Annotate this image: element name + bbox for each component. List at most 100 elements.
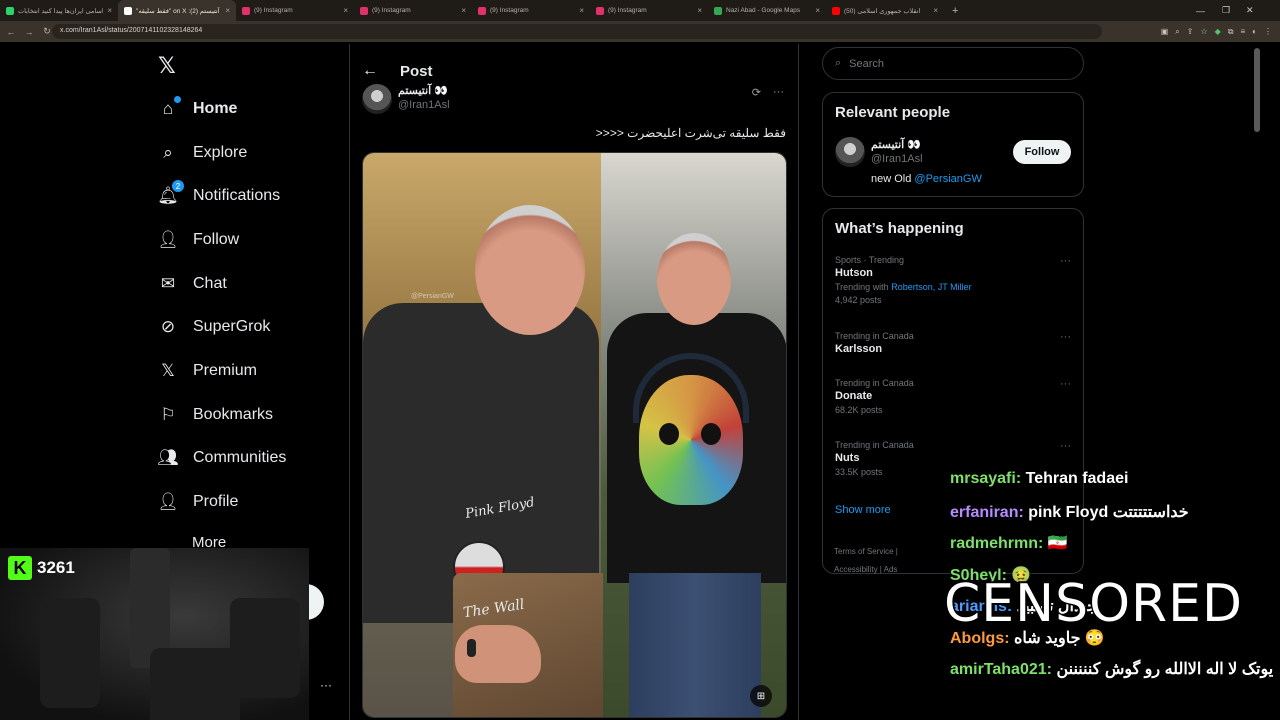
bio-text: new Old: [871, 173, 915, 185]
nav-label: Notifications: [193, 187, 281, 204]
tab-favicon-icon: [714, 6, 722, 15]
chair-3: [230, 598, 300, 698]
trend-item[interactable]: Trending in Canada Karlsson ···: [835, 331, 1073, 355]
browser-tab[interactable]: اسامی ایران‌ها پیدا کنید انتخابات ×: [0, 0, 118, 21]
close-window-button[interactable]: ✕: [1246, 0, 1254, 21]
browser-tab[interactable]: (9) Instagram ×: [590, 0, 708, 21]
post-author[interactable]: آنتیستم 👀 @Iran1Asl: [362, 84, 450, 114]
share-icon[interactable]: ⇪: [1187, 27, 1194, 36]
close-tab-icon[interactable]: ×: [579, 6, 584, 15]
follow-button[interactable]: Follow: [1013, 140, 1071, 164]
skull-print: [639, 375, 743, 505]
relevant-person-bio: new Old @PersianGW: [871, 173, 982, 185]
search-input[interactable]: ⌕ Search: [822, 47, 1084, 80]
show-more-link[interactable]: Show more: [835, 504, 891, 516]
relevant-person-name[interactable]: آنتیستم 👀: [871, 138, 921, 151]
nav-label: SuperGrok: [193, 318, 271, 335]
trend-meta: Trending in Canada: [835, 440, 914, 450]
avatar[interactable]: [362, 84, 392, 114]
bio-link[interactable]: @PersianGW: [914, 173, 981, 185]
chat-message: erfaniran: pink Floyd خداستتتتتت: [950, 502, 1189, 522]
nav-bookmarks[interactable]: ⚐ Bookmarks: [156, 400, 273, 430]
trend-item[interactable]: Trending in Canada Donate 68.2K posts ···: [835, 378, 1073, 415]
close-tab-icon[interactable]: ×: [815, 6, 820, 15]
trend-more-icon[interactable]: ···: [1060, 331, 1071, 343]
post-text: فقط سلیقه تی‌شرت اعلیحضرت <<<<: [595, 126, 786, 140]
more-options-icon[interactable]: ···: [773, 86, 784, 99]
close-tab-icon[interactable]: ×: [461, 6, 466, 15]
trend-item[interactable]: Sports · Trending Hutson Trending with Rob…: [835, 255, 1073, 305]
menu-lines-icon[interactable]: ≡: [1240, 27, 1245, 36]
chat-message: amirTaha021: یوتک لا اله الاالله رو گوش …: [950, 659, 1273, 679]
account-more-icon[interactable]: ···: [320, 678, 332, 692]
nav-supergrok[interactable]: ⊘ SuperGrok: [156, 312, 271, 342]
footer-terms[interactable]: Terms of Service |: [834, 547, 898, 556]
nav-notifications[interactable]: 🔔︎ 2 Notifications: [156, 180, 281, 211]
nav-profile[interactable]: 👤︎ Profile: [156, 487, 238, 517]
back-icon[interactable]: ←: [4, 27, 18, 37]
tab-title: (9) Instagram: [490, 7, 529, 14]
jeans: [629, 573, 761, 717]
browser-tab[interactable]: انقلاب جمهوری اسلامی (50) ×: [826, 0, 944, 21]
add-person-icon: 👤︎: [157, 230, 179, 249]
kebab-menu-icon[interactable]: ⋮: [1264, 27, 1272, 36]
trend-more-icon[interactable]: ···: [1060, 255, 1071, 267]
footer-accessibility[interactable]: Accessibility | Ads: [834, 565, 897, 574]
scrollbar[interactable]: [1254, 48, 1260, 132]
trend-more-icon[interactable]: ···: [1060, 378, 1071, 390]
extension-icon[interactable]: ◆: [1215, 27, 1221, 36]
nav-home[interactable]: ⌂ Home: [156, 94, 237, 124]
browser-tab[interactable]: "فقط سلیقه" on X :(2) آنتیستم 👀 ×: [118, 0, 236, 21]
zoom-icon[interactable]: ⌕: [1175, 27, 1179, 37]
x-logo-icon[interactable]: 𝕏: [158, 54, 176, 79]
new-tab-button[interactable]: +: [944, 5, 966, 17]
nav-premium[interactable]: 𝕏 Premium: [156, 356, 257, 386]
profile-icon[interactable]: ◐: [1252, 27, 1257, 36]
trend-more-icon[interactable]: ···: [1060, 440, 1071, 452]
chat-message: mrsayafi: Tehran fadaei: [950, 470, 1128, 488]
chat-text: یوتک لا اله الاالله رو گوش کنننننن: [1051, 661, 1274, 678]
search-placeholder: Search: [849, 57, 885, 70]
close-tab-icon[interactable]: ×: [107, 6, 112, 15]
puzzle-icon[interactable]: ⧉: [1228, 27, 1234, 37]
bookmark-icon: ⚐: [160, 405, 176, 424]
browser-tab[interactable]: Nazi Abad - Google Maps ×: [708, 0, 826, 21]
webcam-overlay: K 3261: [0, 548, 309, 720]
tab-favicon-icon: [596, 6, 604, 15]
avatar[interactable]: [835, 137, 865, 167]
forward-icon[interactable]: →: [22, 27, 36, 37]
browser-tab[interactable]: (9) Instagram ×: [472, 0, 590, 21]
browser-tab[interactable]: (9) Instagram ×: [236, 0, 354, 21]
trend-related-link[interactable]: Robertson, JT Miller: [891, 282, 971, 292]
relevant-person-handle[interactable]: @Iran1Asl: [871, 153, 923, 165]
close-tab-icon[interactable]: ×: [343, 6, 348, 15]
close-tab-icon[interactable]: ×: [225, 6, 230, 15]
author-handle[interactable]: @Iran1Asl: [398, 98, 450, 112]
grok-icon[interactable]: ⟳: [752, 86, 761, 99]
nav-communities[interactable]: 👥︎ Communities: [156, 443, 286, 473]
main-column: ← Post آنتیستم 👀 @Iran1Asl ⟳ ··· فقط سلی…: [349, 44, 799, 720]
trend-related: Trending with Robertson, JT Miller: [835, 282, 1073, 292]
trend-meta: Trending in Canada: [835, 331, 914, 341]
tab-favicon-icon: [124, 6, 132, 15]
search-icon: ⌕: [163, 143, 173, 162]
url-field[interactable]: x.com/Iran1Asl/status/200714110232814826…: [52, 24, 1102, 39]
browser-tab[interactable]: (9) Instagram ×: [354, 0, 472, 21]
star-icon[interactable]: ☆: [1200, 27, 1207, 36]
nav-follow[interactable]: 👤︎ Follow: [156, 225, 239, 255]
author-name[interactable]: آنتیستم 👀: [398, 84, 450, 98]
cast-icon[interactable]: ▣: [1161, 27, 1169, 36]
close-tab-icon[interactable]: ×: [933, 6, 938, 15]
page-title: Post: [400, 62, 433, 80]
nav-chat[interactable]: ✉ Chat: [156, 269, 227, 299]
relevant-people-card: Relevant people آنتیستم 👀 @Iran1Asl new …: [822, 92, 1084, 197]
minimize-button[interactable]: —: [1196, 0, 1205, 21]
trend-post-count: 68.2K posts: [835, 405, 883, 415]
post-image[interactable]: @PersianGW Pink Floyd The Wall ⊞: [362, 152, 787, 718]
close-tab-icon[interactable]: ×: [697, 6, 702, 15]
back-arrow-icon[interactable]: ←: [362, 62, 378, 80]
trend-post-count: 4,942 posts: [835, 295, 882, 305]
image-tag-icon[interactable]: ⊞: [750, 685, 772, 707]
maximize-button[interactable]: ❐: [1222, 0, 1230, 21]
nav-explore[interactable]: ⌕ Explore: [156, 138, 247, 168]
